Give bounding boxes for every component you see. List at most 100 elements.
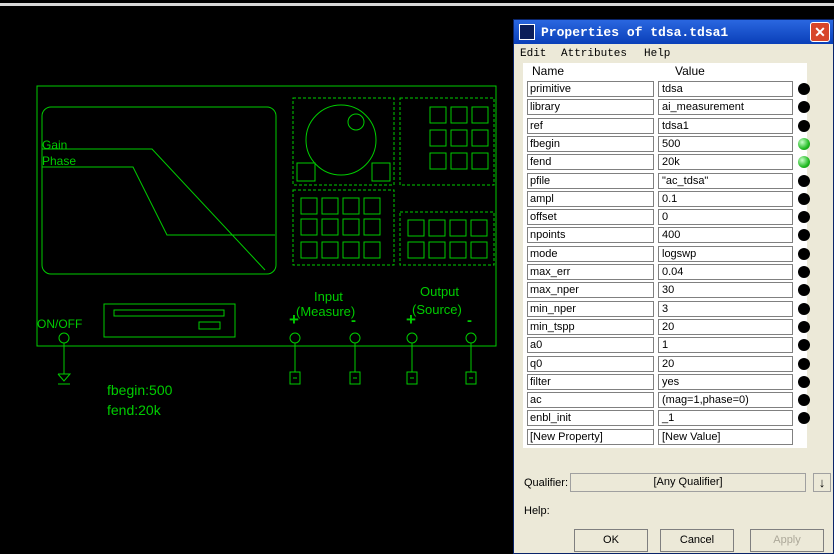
property-row[interactable]: mode logswp (523, 245, 810, 263)
property-value[interactable]: _1 (658, 410, 793, 427)
property-row[interactable]: q0 20 (523, 355, 810, 373)
visibility-off-icon[interactable] (798, 192, 810, 205)
input-plus-pin[interactable] (289, 332, 301, 344)
visibility-off-icon[interactable] (798, 375, 810, 388)
property-value[interactable]: 30 (658, 282, 793, 299)
property-name[interactable]: pfile (527, 172, 654, 189)
property-name[interactable]: ac (527, 392, 654, 409)
close-button[interactable]: ✕ (810, 22, 830, 42)
property-value[interactable]: 20 (658, 318, 793, 335)
property-value[interactable]: 0 (658, 209, 793, 226)
menu-help[interactable]: Help (644, 48, 670, 60)
input-minus-pin[interactable] (349, 332, 361, 344)
property-name[interactable]: library (527, 99, 654, 116)
property-value[interactable]: 1 (658, 337, 793, 354)
property-name[interactable]: mode (527, 245, 654, 262)
property-value[interactable]: yes (658, 373, 793, 390)
property-name[interactable]: a0 (527, 337, 654, 354)
property-value[interactable]: [New Value] (658, 428, 793, 445)
property-name[interactable]: q0 (527, 355, 654, 372)
visibility-off-icon[interactable] (798, 394, 810, 407)
property-row[interactable]: ampl 0.1 (523, 190, 810, 208)
property-row[interactable]: max_nper 30 (523, 281, 810, 299)
property-name[interactable]: max_err (527, 264, 654, 280)
property-value[interactable]: 20k (658, 154, 793, 171)
visibility-off-icon[interactable] (798, 119, 810, 132)
fbegin-annotation[interactable]: fbegin:500 (107, 383, 172, 397)
visibility-off-icon[interactable] (798, 247, 810, 260)
visibility-off-icon[interactable] (798, 284, 810, 297)
property-value[interactable]: 400 (658, 227, 793, 244)
ok-button[interactable]: OK (574, 529, 648, 552)
property-name[interactable]: min_nper (527, 300, 654, 317)
visibility-on-icon[interactable] (798, 137, 810, 150)
property-value[interactable]: "ac_tdsa" (658, 172, 793, 189)
property-value[interactable]: (mag=1,phase=0) (658, 392, 793, 409)
property-name[interactable]: ref (527, 117, 654, 134)
property-row[interactable]: min_nper 3 (523, 300, 810, 318)
visibility-off-icon[interactable] (798, 266, 810, 278)
visibility-off-icon[interactable] (798, 412, 810, 425)
property-name[interactable]: [New Property] (527, 428, 654, 445)
property-value[interactable]: 500 (658, 135, 793, 152)
tuning-knob (305, 104, 377, 176)
property-name[interactable]: min_tspp (527, 318, 654, 335)
property-name[interactable]: max_nper (527, 282, 654, 299)
property-row[interactable]: max_err 0.04 (523, 263, 810, 281)
property-row[interactable]: fend 20k (523, 153, 810, 171)
knob-grip (347, 113, 365, 131)
visibility-off-icon[interactable] (798, 320, 810, 333)
property-name[interactable]: fend (527, 154, 654, 171)
property-row[interactable]: offset 0 (523, 208, 810, 226)
property-value[interactable]: 20 (658, 355, 793, 372)
property-value[interactable]: 0.04 (658, 264, 793, 280)
property-row[interactable]: library ai_measurement (523, 98, 810, 116)
on-off-pin[interactable] (58, 332, 70, 344)
menu-attributes[interactable]: Attributes (561, 48, 627, 60)
cancel-button[interactable]: Cancel (660, 529, 734, 552)
visibility-on-icon[interactable] (798, 156, 810, 169)
visibility-off-icon[interactable] (798, 229, 810, 242)
output-minus-pin[interactable] (465, 332, 477, 344)
output-plus-pin[interactable] (406, 332, 418, 344)
property-name[interactable]: fbegin (527, 135, 654, 152)
property-name[interactable]: enbl_init (527, 410, 654, 427)
visibility-off-icon[interactable] (798, 357, 810, 370)
visibility-off-icon[interactable] (798, 339, 810, 352)
property-grid: Name Value primitive tdsa library ai_measur… (523, 63, 822, 448)
property-value[interactable]: 0.1 (658, 190, 793, 207)
apply-button[interactable]: Apply (750, 529, 824, 552)
property-row[interactable]: ac (mag=1,phase=0) (523, 391, 810, 409)
visibility-off-icon[interactable] (798, 302, 810, 315)
property-value[interactable]: 3 (658, 300, 793, 317)
qualifier-select[interactable]: [Any Qualifier] (570, 473, 806, 492)
help-label: Help: (524, 505, 550, 517)
property-row[interactable]: filter yes (523, 373, 810, 391)
property-row[interactable]: a0 1 (523, 336, 810, 354)
property-row[interactable]: primitive tdsa (523, 80, 822, 98)
property-value[interactable]: ai_measurement (658, 99, 793, 116)
property-row[interactable]: min_tspp 20 (523, 318, 810, 336)
property-row[interactable]: pfile "ac_tdsa" (523, 172, 810, 190)
property-row[interactable]: ref tdsa1 (523, 117, 810, 135)
property-row[interactable]: enbl_init _1 (523, 409, 810, 427)
property-value[interactable]: tdsa1 (658, 117, 793, 134)
fend-annotation[interactable]: fend:20k (107, 403, 161, 417)
property-name[interactable]: offset (527, 209, 654, 226)
property-row[interactable]: npoints 400 (523, 226, 810, 244)
visibility-off-icon[interactable] (798, 83, 810, 95)
visibility-off-icon[interactable] (798, 101, 810, 114)
qualifier-arrow-down-icon[interactable]: ↓ (813, 473, 831, 492)
menu-edit[interactable]: Edit (520, 48, 546, 60)
dialog-title-bar[interactable]: Properties of tdsa.tdsa1 ✕ (514, 20, 833, 44)
property-name[interactable]: filter (527, 373, 654, 390)
visibility-off-icon[interactable] (798, 174, 810, 187)
property-value[interactable]: logswp (658, 245, 793, 262)
property-name[interactable]: npoints (527, 227, 654, 244)
property-name[interactable]: ampl (527, 190, 654, 207)
property-value[interactable]: tdsa (658, 81, 793, 97)
property-name[interactable]: primitive (527, 81, 654, 97)
property-row[interactable]: [New Property] [New Value] (523, 428, 807, 446)
visibility-off-icon[interactable] (798, 211, 810, 224)
property-row[interactable]: fbegin 500 (523, 135, 810, 153)
